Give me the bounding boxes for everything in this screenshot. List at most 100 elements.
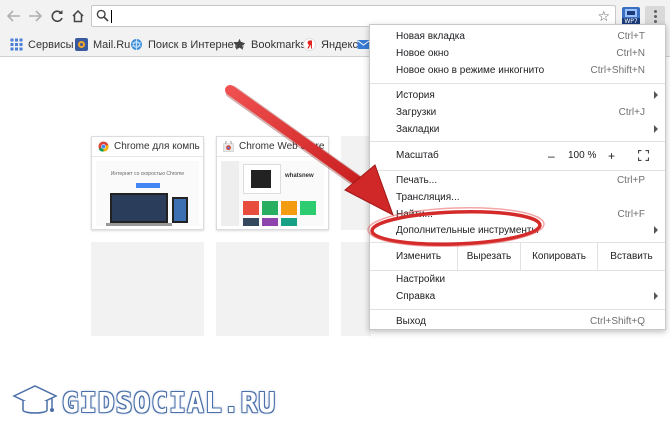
menu-item-exit[interactable]: Выход Ctrl+Shift+Q xyxy=(370,313,665,330)
edit-label: Изменить xyxy=(396,251,442,262)
bookmark-bookmarks[interactable]: Bookmarks xyxy=(233,36,306,53)
menu-item-bookmarks[interactable]: Закладки xyxy=(370,121,665,138)
menu-item-downloads[interactable]: Загрузки Ctrl+J xyxy=(370,104,665,121)
reload-button[interactable] xyxy=(47,6,67,26)
bookmark-mailru[interactable]: Mail.Ru xyxy=(75,36,130,53)
kebab-dot-icon xyxy=(653,14,657,18)
menu-item-print[interactable]: Печать... Ctrl+P xyxy=(370,172,665,189)
most-visited-tile-empty[interactable] xyxy=(341,242,371,336)
menu-item-label: Найти... xyxy=(396,209,433,220)
menu-item-label: Трансляция... xyxy=(396,192,460,203)
paste-button[interactable]: Вставить xyxy=(597,243,665,270)
paste-button-label: Вставить xyxy=(610,251,653,262)
bookmark-yandex[interactable]: Яндекс xyxy=(303,36,358,53)
home-icon xyxy=(72,9,84,23)
menu-item-label: Закладки xyxy=(396,124,440,135)
text-cursor xyxy=(111,10,112,23)
bookmark-star-icon[interactable]: ☆ xyxy=(597,9,610,23)
menu-item-shortcut: Ctrl+N xyxy=(616,48,645,59)
menu-item-label: Новое окно xyxy=(396,48,449,59)
bookmark-search[interactable]: Поиск в Интернете xyxy=(130,36,244,53)
menu-item-new-window[interactable]: Новое окно Ctrl+N xyxy=(370,45,665,62)
home-button[interactable] xyxy=(68,6,88,26)
thumb-headline: whatsnew xyxy=(285,173,314,179)
menu-edit-row: Изменить Вырезать Копировать Вставить xyxy=(370,243,665,270)
menu-separator xyxy=(370,170,665,171)
menu-item-label: Загрузки xyxy=(396,107,437,118)
menu-item-help[interactable]: Справка xyxy=(370,288,665,305)
menu-item-incognito[interactable]: Новое окно в режиме инкогнито Ctrl+Shift… xyxy=(370,62,665,79)
menu-item-history[interactable]: История xyxy=(370,87,665,104)
thumb-app-tile xyxy=(243,218,259,226)
cut-button[interactable]: Вырезать xyxy=(457,243,520,270)
thumb-app-tile xyxy=(262,218,278,226)
extension-wp7-button[interactable]: WP7 xyxy=(622,7,640,25)
most-visited-tile-webstore[interactable]: Chrome Web Store whatsnew xyxy=(216,136,329,230)
chrome-logo-icon xyxy=(98,141,109,152)
menu-item-label: История xyxy=(396,90,435,101)
menu-item-settings[interactable]: Настройки xyxy=(370,271,665,288)
most-visited-tile-empty[interactable] xyxy=(216,242,329,336)
menu-item-zoom: Масштаб – 100 % + xyxy=(370,142,665,169)
back-arrow-icon xyxy=(7,10,20,22)
menu-item-label: Выход xyxy=(396,316,426,327)
apps-grid-icon xyxy=(10,38,23,51)
forward-button[interactable] xyxy=(25,6,45,26)
site-watermark: GIDSOCIAL.RU xyxy=(12,372,276,432)
tile-title: Chrome для компь xyxy=(114,141,200,152)
tile-thumbnail: Интернет со скоростью Chrome xyxy=(96,161,199,226)
thumb-sidebar xyxy=(221,161,239,226)
thumb-headline: Интернет со скоростью Chrome xyxy=(110,171,185,177)
back-button[interactable] xyxy=(4,6,24,26)
bookmark-apps[interactable]: Сервисы xyxy=(10,36,74,53)
zoom-out-button[interactable]: – xyxy=(548,149,555,163)
watermark-text: GIDSOCIAL.RU xyxy=(62,385,277,419)
extension-icon xyxy=(625,9,637,17)
most-visited-tile-chrome[interactable]: Chrome для компь Интернет со скоростью C… xyxy=(91,136,204,230)
menu-item-find[interactable]: Найти... Ctrl+F xyxy=(370,206,665,223)
menu-item-shortcut: Ctrl+Shift+Q xyxy=(589,316,645,327)
menu-item-label: Дополнительные инструменты xyxy=(396,225,539,236)
menu-item-label: Новое окно в режиме инкогнито xyxy=(396,65,545,76)
menu-item-shortcut: Ctrl+Shift+N xyxy=(590,65,645,76)
yandex-icon xyxy=(303,38,316,51)
zoom-value: 100 % xyxy=(568,150,597,161)
star-icon xyxy=(233,38,246,50)
thumb-laptop xyxy=(110,193,168,223)
menu-item-cast[interactable]: Трансляция... xyxy=(370,189,665,206)
menu-item-new-tab[interactable]: Новая вкладка Ctrl+T xyxy=(370,28,665,45)
thumb-app-tile xyxy=(243,201,259,215)
zoom-label: Масштаб xyxy=(396,150,439,161)
menu-item-shortcut: Ctrl+P xyxy=(616,175,645,186)
zoom-in-button[interactable]: + xyxy=(608,149,615,163)
fullscreen-icon[interactable] xyxy=(638,150,649,161)
most-visited-tile-empty[interactable] xyxy=(341,136,371,230)
thumb-phone xyxy=(172,197,188,223)
copy-button[interactable]: Копировать xyxy=(520,243,597,270)
thumb-app-tile xyxy=(281,201,297,215)
submenu-arrow-icon xyxy=(654,292,658,300)
bookmark-label: Bookmarks xyxy=(251,38,307,51)
search-globe-icon xyxy=(131,39,142,50)
bookmark-label: Сервисы xyxy=(28,38,74,51)
forward-arrow-icon xyxy=(29,10,42,22)
menu-item-shortcut: Ctrl+T xyxy=(617,31,646,42)
submenu-arrow-icon xyxy=(654,91,658,99)
thumb-app-tile xyxy=(300,201,316,215)
webstore-logo-icon xyxy=(223,141,234,152)
bookmark-label: Mail.Ru xyxy=(93,38,131,51)
thumb-app-tile xyxy=(281,218,297,226)
submenu-arrow-icon xyxy=(654,125,658,133)
chrome-menu-button[interactable] xyxy=(645,6,665,26)
menu-item-shortcut: Ctrl+J xyxy=(618,107,645,118)
search-icon xyxy=(96,9,109,22)
thumb-device xyxy=(251,170,271,188)
tile-thumbnail: whatsnew xyxy=(221,161,324,226)
menu-separator xyxy=(370,309,665,310)
menu-item-more-tools[interactable]: Дополнительные инструменты xyxy=(370,222,665,239)
menu-item-label: Новая вкладка xyxy=(396,31,465,42)
most-visited-tile-empty[interactable] xyxy=(91,242,204,336)
tile-title-bar: Chrome Web Store xyxy=(217,137,328,157)
thumb-laptop-base xyxy=(106,223,172,226)
menu-item-label: Печать... xyxy=(396,175,438,186)
